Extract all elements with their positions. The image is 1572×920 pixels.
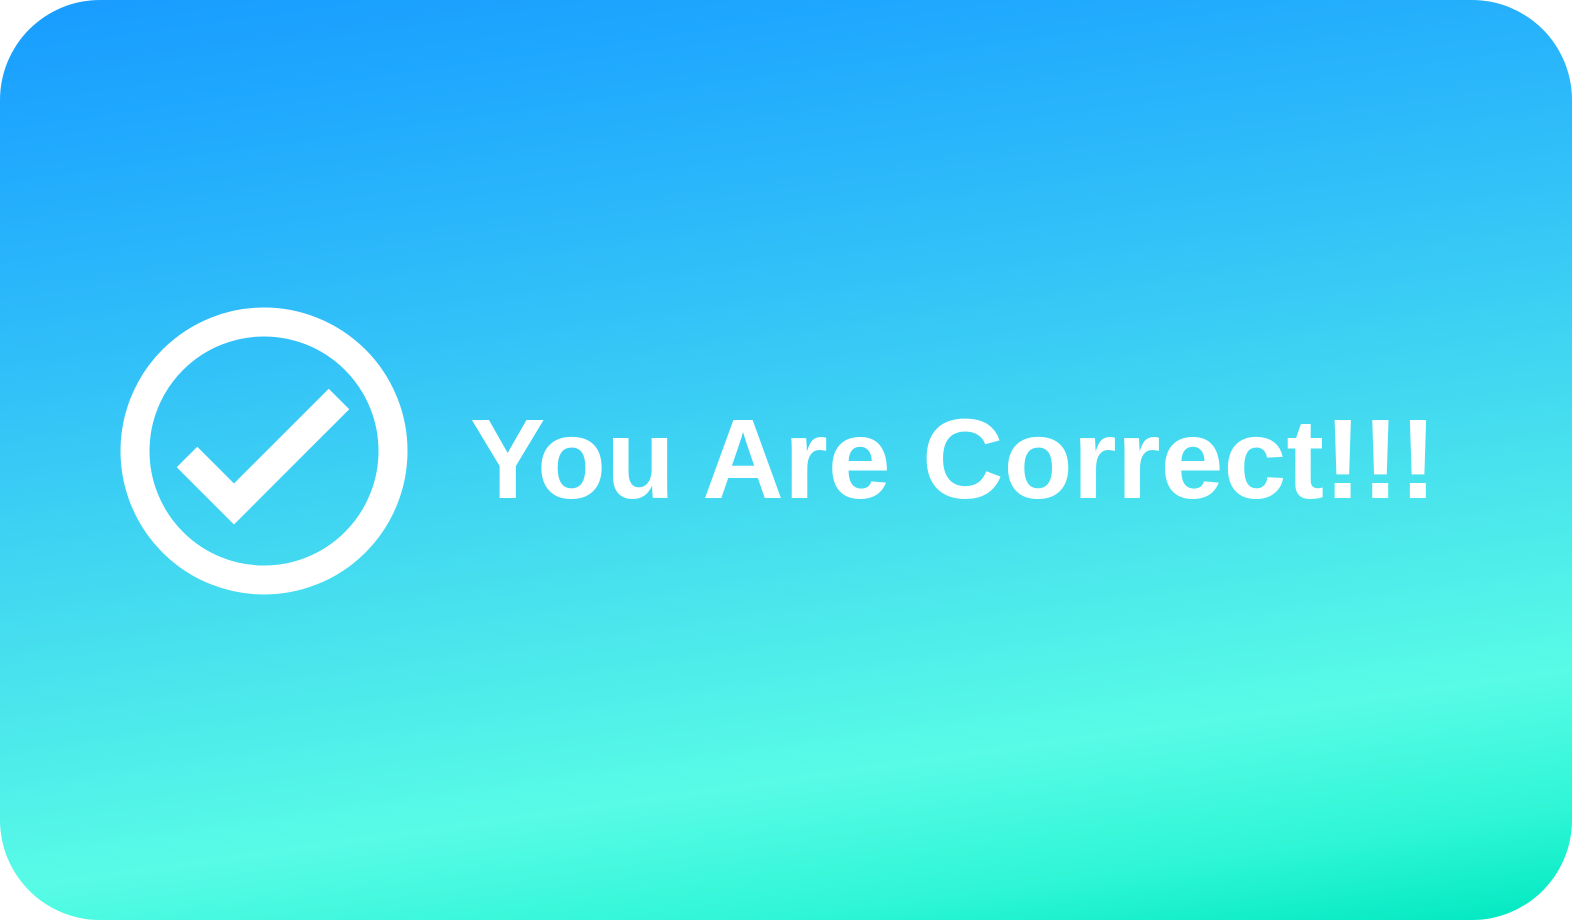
- success-card: You Are Correct!!!: [0, 0, 1572, 920]
- success-message: You Are Correct!!!: [470, 396, 1437, 522]
- check-circle-icon: [120, 307, 408, 595]
